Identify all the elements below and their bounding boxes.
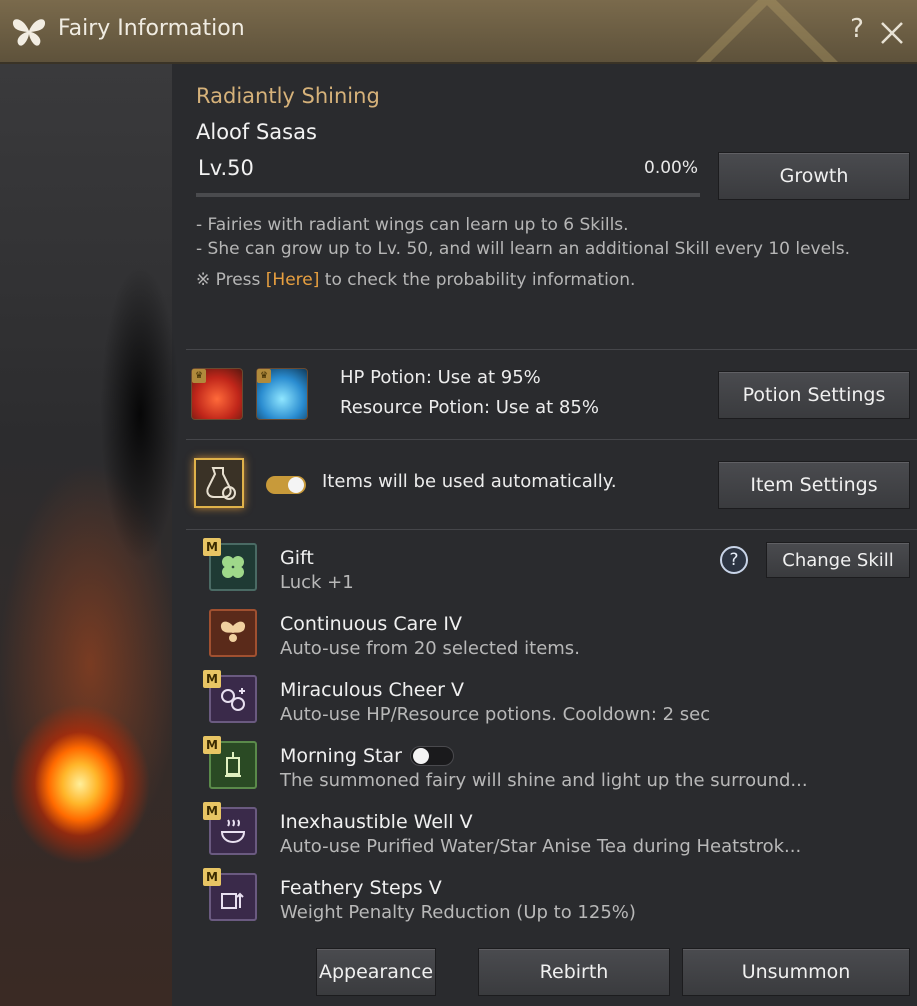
skill-name: Continuous Care IV <box>280 613 462 635</box>
close-icon <box>881 22 903 44</box>
note-growth: - She can grow up to Lv. 50, and will le… <box>196 239 851 259</box>
toggle-knob <box>413 748 429 764</box>
fairy-name: Aloof Sasas <box>196 120 317 144</box>
probability-prefix: ※ Press <box>196 270 266 290</box>
m-badge: M <box>203 736 221 754</box>
help-button[interactable]: ? <box>845 14 869 44</box>
hp-potion-setting: HP Potion: Use at 95% <box>340 367 541 388</box>
hp-potion-icon: ♛ <box>191 368 243 420</box>
toggle-knob <box>288 477 304 493</box>
title-bar[interactable]: Fairy Information ? <box>0 0 917 64</box>
auto-use-text: Items will be used automatically. <box>322 471 617 492</box>
crown-icon: ♛ <box>257 369 271 383</box>
fairy-artwork <box>0 64 180 1006</box>
skill-name: Feathery Steps V <box>280 877 442 899</box>
probability-note: ※ Press [Here] to check the probability … <box>196 270 635 290</box>
resource-potion-setting: Resource Potion: Use at 85% <box>340 397 599 418</box>
skill-desc: The summoned fairy will shine and light … <box>280 770 808 791</box>
skill-help-button[interactable]: ? <box>720 546 748 574</box>
probability-suffix: to check the probability information. <box>319 270 636 290</box>
window-title: Fairy Information <box>58 16 245 41</box>
appearance-button[interactable]: Appearance <box>316 948 436 996</box>
exp-percent: 0.00% <box>644 158 699 178</box>
skill-name: Miraculous Cheer V <box>280 679 465 701</box>
probability-link[interactable]: [Here] <box>266 270 320 290</box>
skill-desc: Auto-use HP/Resource potions. Cooldown: … <box>280 704 711 725</box>
fairy-grade: Radiantly Shining <box>196 84 380 108</box>
morning-star-toggle[interactable] <box>410 746 454 766</box>
close-button[interactable] <box>878 12 906 54</box>
flask-gear-icon <box>206 467 236 500</box>
potion-settings-button[interactable]: Potion Settings <box>718 371 910 419</box>
skill-desc: Auto-use from 20 selected items. <box>280 638 580 659</box>
fairy-information-window: Fairy Information ? Radiantly Shining Al… <box>0 0 917 1006</box>
m-badge: M <box>203 802 221 820</box>
skill-name: Morning Star <box>280 745 402 767</box>
m-badge: M <box>203 670 221 688</box>
unsummon-button[interactable]: Unsummon <box>682 948 910 996</box>
item-settings-button[interactable]: Item Settings <box>718 461 910 509</box>
crown-icon: ♛ <box>192 369 206 383</box>
auto-use-toggle[interactable] <box>266 476 306 494</box>
skill-desc: Weight Penalty Reduction (Up to 125%) <box>280 902 636 923</box>
resource-potion-icon: ♛ <box>256 368 308 420</box>
skill-name: Inexhaustible Well V <box>280 811 473 833</box>
fairy-icon <box>209 609 257 657</box>
growth-button[interactable]: Growth <box>718 152 910 200</box>
skill-desc: Luck +1 <box>280 572 354 593</box>
exp-bar <box>196 193 700 197</box>
item-auto-use-icon <box>194 458 244 508</box>
butterfly-icon <box>12 19 46 46</box>
rebirth-button[interactable]: Rebirth <box>478 948 670 996</box>
fairy-level: Lv.50 <box>198 156 254 180</box>
m-badge: M <box>203 538 221 556</box>
smoke-decoration <box>100 264 180 564</box>
title-decoration <box>657 0 857 62</box>
divider <box>186 439 917 440</box>
note-skills: - Fairies with radiant wings can learn u… <box>196 215 629 235</box>
change-skill-button[interactable]: Change Skill <box>766 542 910 578</box>
divider <box>186 349 917 350</box>
skill-name: Gift <box>280 547 314 569</box>
m-badge: M <box>203 868 221 886</box>
skill-desc: Auto-use Purified Water/Star Anise Tea d… <box>280 836 802 857</box>
divider <box>186 529 917 530</box>
